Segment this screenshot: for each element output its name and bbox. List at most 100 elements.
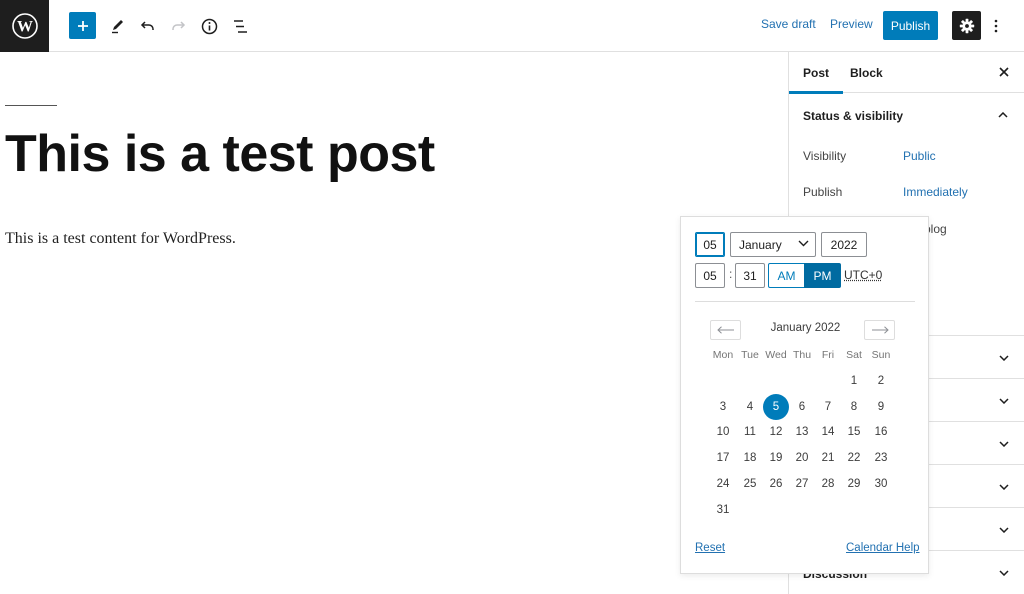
chevron-down-icon	[997, 523, 1011, 537]
calendar-day-selected[interactable]: 5	[763, 393, 789, 420]
publish-date-toggle[interactable]: Immediately	[903, 185, 968, 199]
hours-input[interactable]: 05	[695, 263, 725, 288]
weekday-sat: Sat	[846, 349, 862, 361]
chevron-down-icon	[997, 394, 1011, 408]
publish-label: Publish	[803, 185, 843, 199]
chevron-up-icon	[996, 108, 1010, 122]
calendar-day[interactable]: 18	[737, 445, 763, 471]
calendar-day[interactable]: 23	[868, 445, 894, 471]
calendar-day[interactable]: 14	[815, 419, 841, 445]
weekday-fri: Fri	[821, 349, 835, 361]
weekday-tue: Tue	[741, 349, 759, 361]
editor-canvas: This is a test post This is a test conte…	[0, 52, 788, 594]
calendar-day[interactable]: 4	[737, 394, 763, 420]
calendar-help-link[interactable]: Calendar Help	[846, 542, 920, 554]
calendar-day[interactable]: 29	[841, 471, 867, 497]
month-value: January	[739, 237, 782, 252]
chevron-down-icon	[997, 566, 1011, 580]
calendar-day[interactable]: 16	[868, 419, 894, 445]
reset-link[interactable]: Reset	[695, 542, 725, 554]
timezone-label[interactable]: UTC+0	[844, 268, 882, 282]
calendar-day[interactable]: 13	[789, 419, 815, 445]
undo-icon	[140, 21, 154, 30]
calendar-day[interactable]: 2	[868, 368, 894, 394]
preview-button[interactable]: Preview	[830, 17, 873, 31]
weekday-mon: Mon	[712, 349, 734, 361]
calendar-day[interactable]: 3	[710, 394, 736, 420]
svg-text:W: W	[17, 19, 33, 36]
time-separator: :	[729, 267, 733, 281]
details-button[interactable]	[195, 12, 223, 40]
plus-icon	[77, 20, 88, 31]
calendar-day[interactable]: 25	[737, 471, 763, 497]
calendar-day[interactable]: 6	[789, 394, 815, 420]
calendar-day[interactable]: 15	[841, 419, 867, 445]
editor-header: W Save draft Preview Publish	[0, 0, 1024, 52]
chevron-down-icon	[997, 437, 1011, 451]
date-time-picker-popover: 05 January 2022 05 : 31 AM PM UTC+0 Janu…	[680, 216, 929, 574]
am-button[interactable]: AM	[768, 263, 805, 288]
calendar-day[interactable]: 1	[841, 368, 867, 394]
sidebar-tabs: Post Block	[788, 52, 1024, 94]
save-draft-button[interactable]: Save draft	[761, 17, 816, 31]
close-icon	[999, 67, 1009, 77]
weekday-thu: Thu	[792, 349, 812, 361]
calendar-day[interactable]: 24	[710, 471, 736, 497]
list-view-icon	[233, 19, 247, 33]
chevron-down-icon	[997, 480, 1011, 494]
calendar-day[interactable]: 8	[841, 394, 867, 420]
pencil-icon	[112, 20, 123, 34]
calendar-day[interactable]: 31	[710, 497, 736, 523]
gear-icon	[959, 18, 974, 33]
calendar-day[interactable]: 12	[763, 419, 789, 445]
redo-button[interactable]	[164, 12, 192, 40]
chevron-down-icon	[997, 351, 1011, 365]
publish-button[interactable]: Publish	[883, 11, 938, 40]
calendar-day[interactable]: 10	[710, 419, 736, 445]
redo-icon	[172, 21, 186, 30]
wordpress-logo[interactable]: W	[0, 0, 49, 52]
tab-post[interactable]: Post	[788, 52, 844, 94]
paragraph-block[interactable]: This is a test content for WordPress.	[5, 230, 236, 248]
settings-button[interactable]	[952, 11, 981, 40]
block-inserter-button[interactable]	[69, 12, 96, 39]
tools-button[interactable]	[104, 12, 132, 40]
chevron-down-icon	[798, 240, 809, 247]
weekday-sun: Sun	[871, 349, 891, 361]
calendar-day[interactable]: 11	[737, 419, 763, 445]
status-visibility-panel-toggle[interactable]: Status & visibility	[789, 93, 1024, 137]
weekday-wed: Wed	[765, 349, 787, 361]
wordpress-icon: W	[11, 13, 38, 39]
title-separator	[5, 105, 57, 106]
status-visibility-title: Status & visibility	[803, 109, 904, 123]
more-options-button[interactable]	[988, 12, 1004, 40]
calendar-day[interactable]: 30	[868, 471, 894, 497]
next-month-button[interactable]	[864, 320, 895, 340]
close-sidebar-button[interactable]	[995, 63, 1013, 81]
post-title[interactable]: This is a test post	[5, 124, 435, 184]
calendar-day[interactable]: 22	[841, 445, 867, 471]
info-icon	[201, 18, 217, 34]
visibility-toggle[interactable]: Public	[903, 149, 936, 163]
month-select[interactable]: January	[730, 232, 816, 257]
calendar-day[interactable]: 26	[763, 471, 789, 497]
calendar-day[interactable]: 17	[710, 445, 736, 471]
more-vertical-icon	[994, 19, 998, 33]
calendar-day[interactable]: 28	[815, 471, 841, 497]
calendar-day[interactable]: 19	[763, 445, 789, 471]
calendar-day[interactable]: 7	[815, 394, 841, 420]
list-view-button[interactable]	[226, 12, 254, 40]
calendar-day[interactable]: 21	[815, 445, 841, 471]
wordpress-editor: W Save draft Preview Publish This is a t…	[0, 0, 1024, 594]
undo-button[interactable]	[134, 12, 162, 40]
day-input[interactable]: 05	[695, 232, 725, 257]
picker-divider	[695, 301, 915, 302]
arrow-right-icon	[871, 326, 889, 334]
tab-block[interactable]: Block	[850, 52, 883, 93]
calendar-day[interactable]: 9	[868, 394, 894, 420]
pm-button[interactable]: PM	[804, 263, 841, 288]
year-input[interactable]: 2022	[821, 232, 867, 257]
calendar-day[interactable]: 27	[789, 471, 815, 497]
calendar-day[interactable]: 20	[789, 445, 815, 471]
minutes-input[interactable]: 31	[735, 263, 765, 288]
